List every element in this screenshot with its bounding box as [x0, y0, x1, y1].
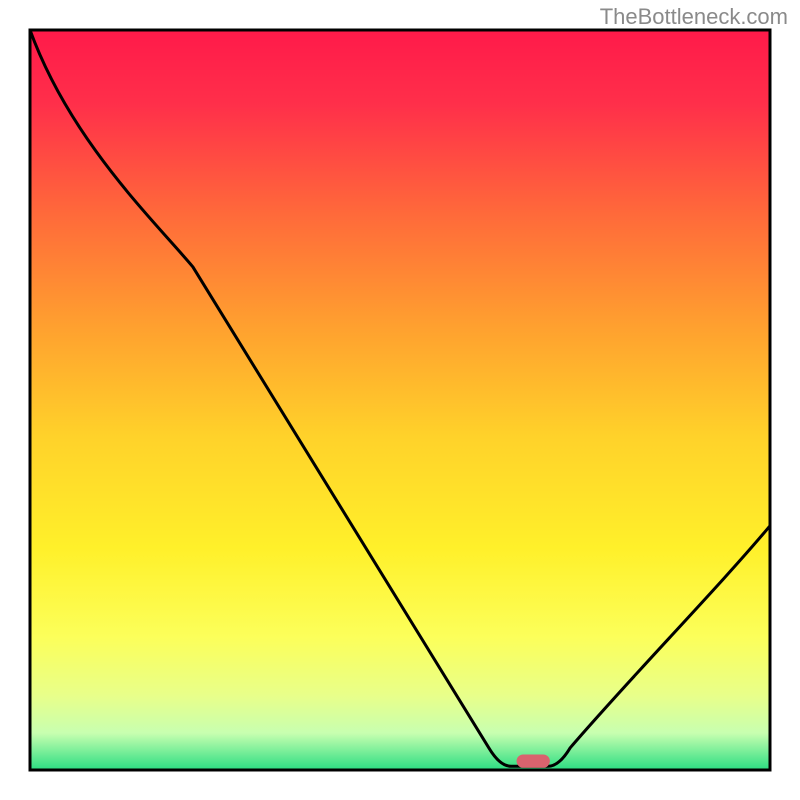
gradient-background: [30, 30, 770, 770]
optimal-marker: [517, 754, 550, 767]
watermark-text: TheBottleneck.com: [600, 4, 788, 30]
bottleneck-chart: [0, 0, 800, 800]
chart-container: TheBottleneck.com: [0, 0, 800, 800]
